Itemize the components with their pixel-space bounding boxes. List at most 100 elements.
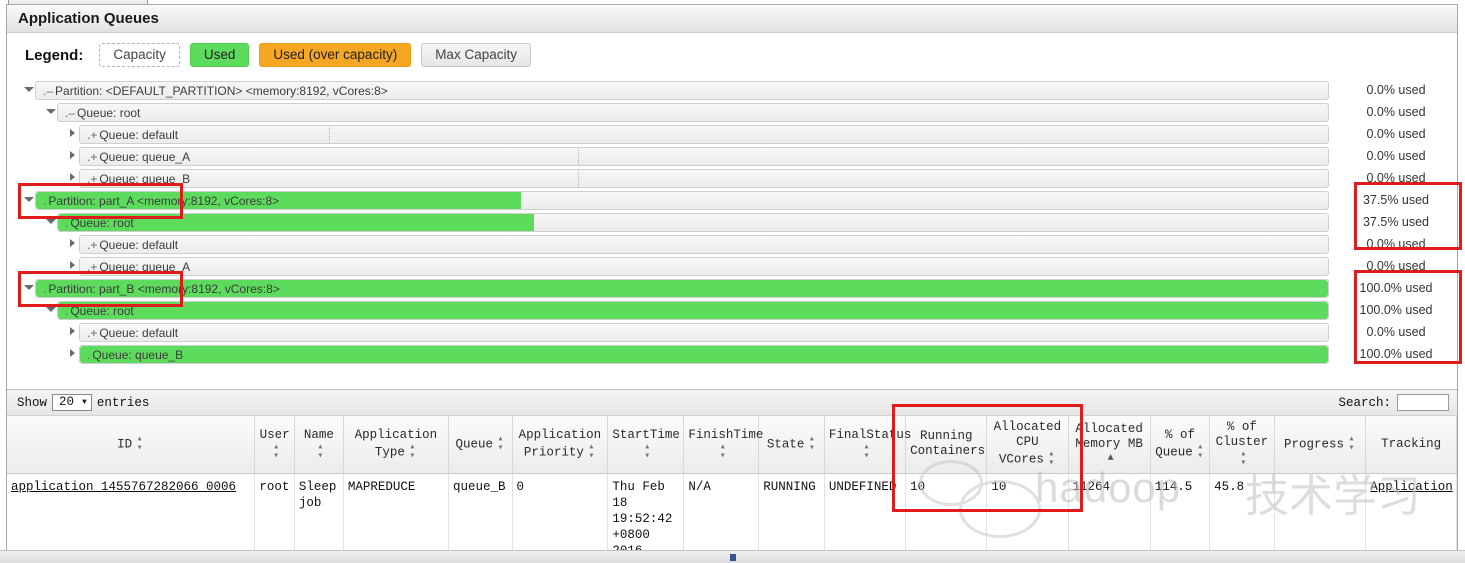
- column-header-application-priority[interactable]: Application Priority ▴ ▾: [512, 416, 609, 474]
- sort-toggle-icon[interactable]: ▴ ▾: [1347, 435, 1356, 454]
- chevron-down-icon[interactable]: [43, 101, 57, 123]
- queue-used-percent: 0.0% used: [1366, 83, 1426, 97]
- queue-lead-glyph: .+: [87, 259, 98, 274]
- queue-capacity-bar[interactable]: . Partition: part_B <memory:8192, vCores:…: [35, 278, 1329, 298]
- column-header-label: ID: [117, 437, 133, 452]
- queue-capacity-bar[interactable]: . Queue: root: [57, 300, 1329, 320]
- queue-lead-glyph: .: [43, 193, 47, 208]
- chevron-right-icon[interactable]: [65, 343, 79, 365]
- sort-toggle-icon[interactable]: ▴ ▾: [862, 442, 871, 461]
- chevron-down-icon[interactable]: [21, 189, 35, 211]
- queue-capacity-bar[interactable]: .– Queue: root: [57, 102, 1329, 123]
- queue-label: .– Queue: root: [65, 104, 140, 123]
- column-header-finish-time[interactable]: FinishTime▴ ▾: [683, 416, 763, 474]
- column-header-tracking-ui[interactable]: Tracking: [1365, 416, 1457, 474]
- queue-row[interactable]: . Queue: root 100.0% used: [43, 299, 1457, 321]
- chevron-down-icon[interactable]: [21, 277, 35, 299]
- horizontal-scrollbar[interactable]: [0, 550, 1465, 563]
- queue-row[interactable]: .+ Queue: default 0.0% used: [65, 233, 1457, 255]
- chevron-down-icon[interactable]: [43, 211, 57, 233]
- chevron-right-icon[interactable]: [65, 321, 79, 343]
- column-header-percent-of-queue[interactable]: % of Queue ▴ ▾: [1150, 416, 1211, 474]
- queue-used-percent: 100.0% used: [1359, 347, 1433, 361]
- queue-label-text: Queue: queue_B: [92, 347, 184, 362]
- queue-row[interactable]: . Partition: part_A <memory:8192, vCores:…: [21, 189, 1457, 211]
- queue-row[interactable]: .– Partition: <DEFAULT_PARTITION> <memory…: [21, 79, 1457, 101]
- yarn-scheduler-page: Application Queues Legend: Capacity Used…: [0, 0, 1465, 563]
- queue-used-percent: 0.0% used: [1366, 259, 1426, 273]
- column-header-queue[interactable]: Queue ▴ ▾: [448, 416, 513, 474]
- column-header-id[interactable]: ID ▴ ▾: [7, 416, 256, 474]
- queue-row[interactable]: .– Queue: root 0.0% used: [43, 101, 1457, 123]
- queue-capacity-bar[interactable]: .+ Queue: queue_A: [79, 146, 1329, 166]
- table-header-row: ID ▴ ▾ User▴ ▾ Name▴ ▾ Application Type ▴ ▾ Queue ▴…: [7, 416, 1457, 474]
- queue-lead-glyph: .: [65, 303, 69, 318]
- queue-capacity-bar[interactable]: .+ Queue: queue_B: [79, 168, 1329, 188]
- queue-capacity-bar[interactable]: .+ Queue: default: [79, 234, 1329, 254]
- sort-toggle-icon[interactable]: ▴ ▾: [1196, 442, 1205, 461]
- column-header-start-time[interactable]: StartTime▴ ▾: [607, 416, 685, 474]
- show-label: Show: [17, 395, 48, 410]
- chevron-right-icon[interactable]: [65, 255, 79, 277]
- sort-ascending-icon[interactable]: ▲: [1106, 453, 1115, 463]
- column-header-name[interactable]: Name▴ ▾: [294, 416, 344, 474]
- queue-label-text: Queue: root: [70, 215, 134, 230]
- column-header-progress[interactable]: Progress ▴ ▾: [1274, 416, 1367, 474]
- search-input[interactable]: [1397, 394, 1449, 411]
- column-header-user[interactable]: User▴ ▾: [254, 416, 295, 474]
- column-header-allocated-cpu-vcores[interactable]: Allocated CPU VCores ▴ ▾: [986, 416, 1069, 474]
- queue-capacity-bar[interactable]: .+ Queue: default: [79, 322, 1329, 342]
- column-header-label: State: [766, 437, 805, 452]
- chevron-down-icon[interactable]: [21, 79, 35, 101]
- queue-capacity-bar[interactable]: .+ Queue: default: [79, 124, 1329, 144]
- queue-row[interactable]: .+ Queue: queue_A 0.0% used: [65, 145, 1457, 167]
- column-header-percent-of-cluster[interactable]: % of Cluster▴ ▾: [1209, 416, 1275, 474]
- queue-used-percent: 0.0% used: [1366, 127, 1426, 141]
- queue-capacity-bar[interactable]: .+ Queue: queue_A: [79, 256, 1329, 276]
- queue-lead-glyph: .+: [87, 149, 98, 164]
- show-entries-group: Show 20 ▼ entries: [17, 394, 149, 411]
- sort-toggle-icon[interactable]: ▴ ▾: [1239, 450, 1248, 469]
- column-header-state[interactable]: State ▴ ▾: [758, 416, 825, 474]
- queue-row[interactable]: . Queue: root 37.5% used: [43, 211, 1457, 233]
- queue-row[interactable]: . Queue: queue_B 100.0% used: [65, 343, 1457, 365]
- sort-toggle-icon[interactable]: ▴ ▾: [643, 442, 652, 461]
- application-id-link[interactable]: application_1455767282066_0006: [11, 480, 236, 494]
- queue-row[interactable]: .+ Queue: queue_A 0.0% used: [65, 255, 1457, 277]
- queue-capacity-bar[interactable]: . Partition: part_A <memory:8192, vCores:…: [35, 190, 1329, 210]
- sort-toggle-icon[interactable]: ▴ ▾: [272, 442, 281, 461]
- queue-capacity-bar[interactable]: . Queue: queue_B: [79, 344, 1329, 364]
- sort-toggle-icon[interactable]: ▴ ▾: [1047, 450, 1056, 469]
- queue-label-text: Partition: <DEFAULT_PARTITION> <memory:8…: [55, 83, 388, 98]
- column-header-running-containers[interactable]: Running Containers: [905, 416, 988, 474]
- queue-label-text: Partition: part_B <memory:8192, vCores:8…: [48, 281, 280, 296]
- scrollbar-thumb[interactable]: [730, 554, 736, 561]
- chevron-right-icon[interactable]: [65, 167, 79, 189]
- queue-row[interactable]: . Partition: part_B <memory:8192, vCores:…: [21, 277, 1457, 299]
- queue-row[interactable]: .+ Queue: default 0.0% used: [65, 321, 1457, 343]
- column-header-label: User: [259, 427, 290, 442]
- sort-toggle-icon[interactable]: ▴ ▾: [408, 442, 417, 461]
- sort-toggle-icon[interactable]: ▴ ▾: [587, 442, 596, 461]
- chevron-right-icon[interactable]: [65, 123, 79, 145]
- queue-row[interactable]: .+ Queue: queue_B 0.0% used: [65, 167, 1457, 189]
- queue-capacity-bar[interactable]: . Queue: root: [57, 212, 1329, 232]
- sort-toggle-icon[interactable]: ▴ ▾: [718, 442, 727, 461]
- column-header-label: Tracking: [1381, 436, 1442, 451]
- chevron-right-icon[interactable]: [65, 145, 79, 167]
- sort-toggle-icon[interactable]: ▴ ▾: [496, 435, 505, 454]
- column-header-label: Application Type: [354, 427, 438, 459]
- queue-row[interactable]: .+ Queue: default 0.0% used: [65, 123, 1457, 145]
- page-size-select[interactable]: 20 ▼: [52, 394, 92, 411]
- column-header-allocated-memory-mb[interactable]: Allocated Memory MB ▲: [1068, 416, 1151, 474]
- chevron-right-icon[interactable]: [65, 233, 79, 255]
- tracking-ui-link[interactable]: Application: [1370, 480, 1453, 494]
- sort-toggle-icon[interactable]: ▴ ▾: [316, 442, 325, 461]
- column-header-application-type[interactable]: Application Type ▴ ▾: [343, 416, 450, 474]
- sort-toggle-icon[interactable]: ▴ ▾: [807, 435, 816, 454]
- sort-toggle-icon[interactable]: ▴ ▾: [135, 435, 144, 454]
- chevron-down-icon[interactable]: [43, 299, 57, 321]
- queue-tree: .– Partition: <DEFAULT_PARTITION> <memory…: [7, 77, 1457, 375]
- queue-capacity-bar[interactable]: .– Partition: <DEFAULT_PARTITION> <memory…: [35, 80, 1329, 100]
- column-header-final-status[interactable]: FinalStatus▴ ▾: [824, 416, 911, 474]
